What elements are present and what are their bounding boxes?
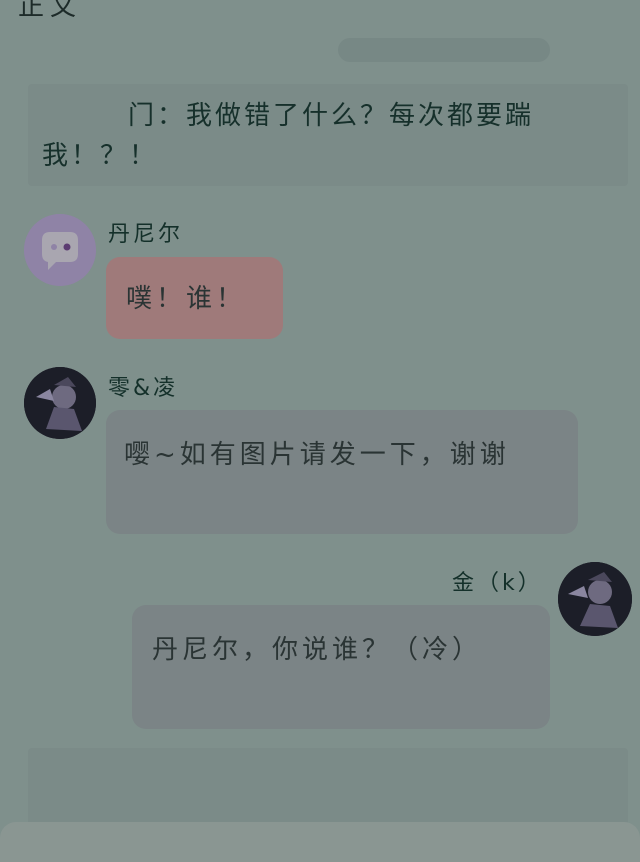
- message-bubble[interactable]: 噗！谁！: [106, 257, 283, 339]
- sender-name: 金（k）: [452, 571, 543, 596]
- bottom-bar[interactable]: [0, 822, 640, 862]
- message-bubble[interactable]: 嘤~如有图片请发一下，谢谢: [106, 410, 578, 534]
- avatar-kim[interactable]: [558, 562, 632, 636]
- sender-name: 零&凌: [108, 376, 179, 401]
- message-text: 噗！谁！: [126, 284, 247, 314]
- message-bubble[interactable]: 丹尼尔，你说谁？（冷）: [132, 605, 550, 729]
- anime-character-avatar: [24, 367, 96, 439]
- message-text: 丹尼尔，你说谁？（冷）: [152, 635, 483, 665]
- timestamp-pill: [338, 38, 550, 62]
- page-title-fragment: 正文: [18, 0, 83, 22]
- message-text: 嘤~如有图片请发一下，谢谢: [124, 440, 510, 470]
- avatar-danny[interactable]: [24, 214, 96, 286]
- narration-text: 门：我做错了什么？每次都要踹我！？！: [42, 101, 535, 171]
- sender-name: 丹尼尔: [108, 222, 184, 247]
- avatar-ling[interactable]: [24, 367, 96, 439]
- anime-character-avatar: [558, 562, 632, 636]
- chat-bubble-avatar-icon: [24, 214, 96, 286]
- narration-block: 门：我做错了什么？每次都要踹我！？！: [28, 84, 628, 186]
